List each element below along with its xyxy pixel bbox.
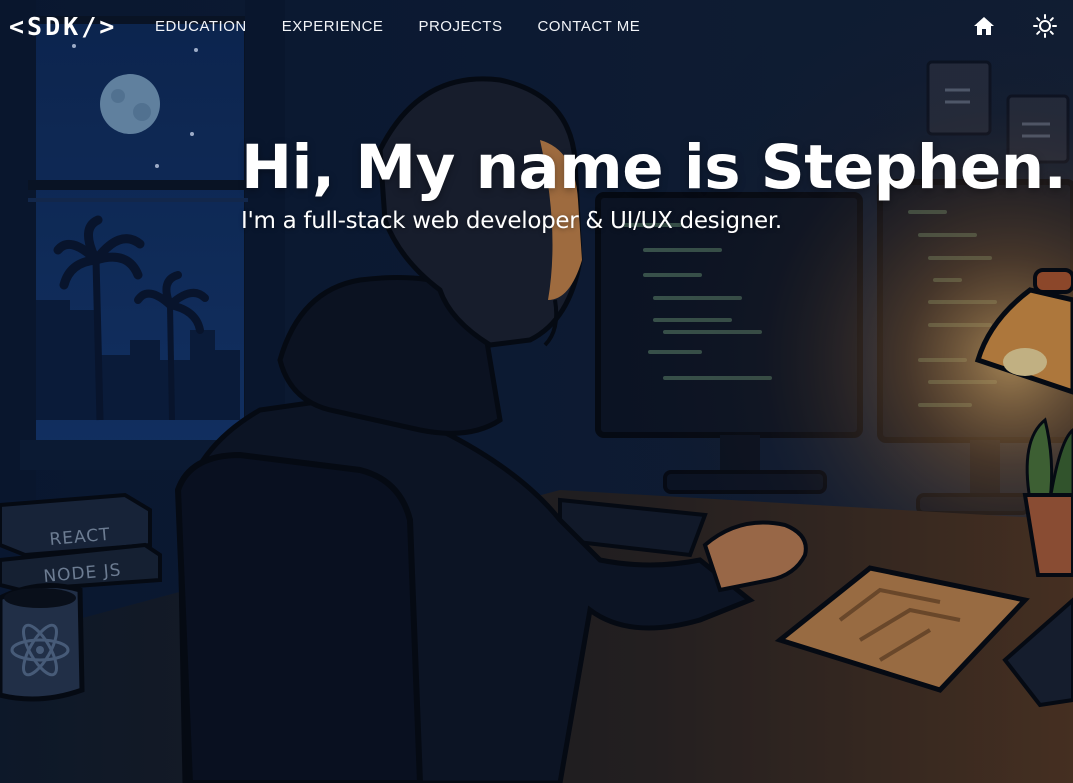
sun-icon[interactable]	[1033, 14, 1057, 38]
top-nav: <SDK/> EDUCATION EXPERIENCE PROJECTS CON…	[0, 0, 1073, 54]
hero-background-illustration: REACT NODE JS	[0, 0, 1073, 783]
nav-links: EDUCATION EXPERIENCE PROJECTS CONTACT ME	[155, 18, 675, 35]
site-logo[interactable]: <SDK/>	[9, 12, 117, 41]
nav-link-projects[interactable]: PROJECTS	[418, 18, 502, 35]
nav-link-experience[interactable]: EXPERIENCE	[282, 18, 384, 35]
hero-title: Hi, My name is Stephen.	[241, 132, 1067, 203]
nav-link-contact[interactable]: CONTACT ME	[537, 18, 640, 35]
home-icon[interactable]	[972, 14, 996, 38]
hero-subtitle: I'm a full-stack web developer & UI/UX d…	[241, 208, 782, 234]
nav-link-education[interactable]: EDUCATION	[155, 18, 247, 35]
